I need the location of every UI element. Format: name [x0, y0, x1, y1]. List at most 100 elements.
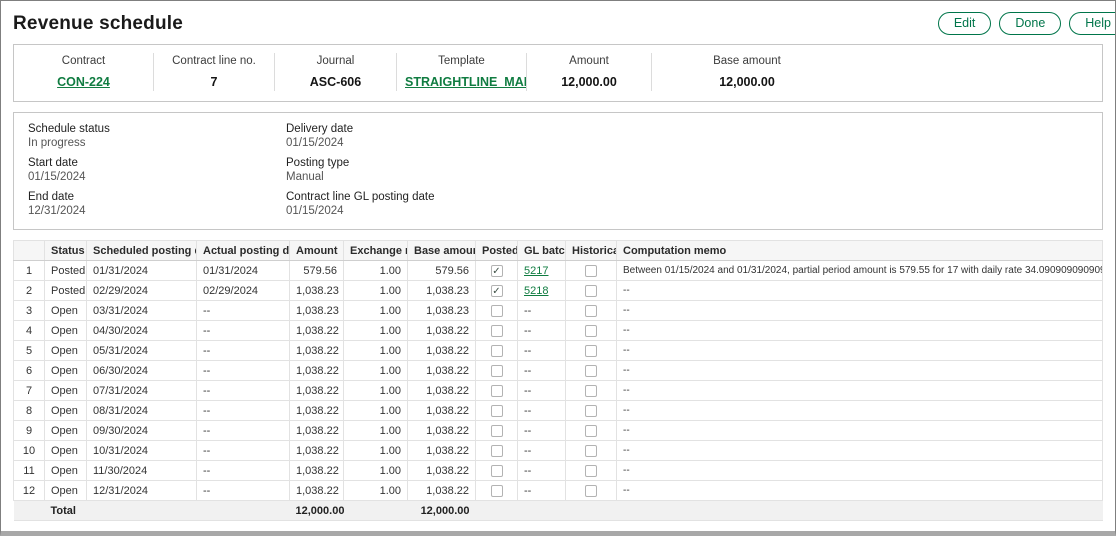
row-number: 1	[14, 261, 45, 281]
summary-field-base-amount: Base amount 12,000.00	[652, 53, 842, 91]
historical-checkbox[interactable]	[585, 365, 597, 377]
historical-cell	[566, 341, 617, 361]
template-link[interactable]: STRAIGHTLINE_MANUA	[405, 75, 527, 89]
status-cell: Open	[45, 481, 87, 501]
posted-cell	[476, 381, 518, 401]
historical-checkbox[interactable]	[585, 345, 597, 357]
actual-posting-date-cell: --	[197, 481, 290, 501]
scheduled-posting-date-cell: 10/31/2024	[87, 441, 197, 461]
posted-checkbox[interactable]: ✓	[491, 265, 503, 277]
posted-checkbox[interactable]: ✓	[491, 285, 503, 297]
table-row: 1Posted01/31/202401/31/2024579.561.00579…	[14, 261, 1103, 281]
scheduled-posting-date-cell: 07/31/2024	[87, 381, 197, 401]
exchange-rate-cell: 1.00	[344, 461, 408, 481]
page-header: Revenue schedule Edit Done Help	[1, 1, 1115, 44]
historical-checkbox[interactable]	[585, 405, 597, 417]
toolbar: Edit Done Help	[938, 12, 1116, 35]
base-amount-cell: 1,038.23	[408, 301, 476, 321]
summary-field-contract-line-no: Contract line no. 7	[154, 53, 275, 91]
exchange-rate-cell: 1.00	[344, 321, 408, 341]
computation-memo-cell: --	[617, 481, 1103, 501]
exchange-rate-cell: 1.00	[344, 341, 408, 361]
historical-checkbox[interactable]	[585, 425, 597, 437]
actual-posting-date-cell: --	[197, 461, 290, 481]
status-cell: Open	[45, 441, 87, 461]
computation-memo-cell: --	[617, 301, 1103, 321]
posted-checkbox[interactable]	[491, 425, 503, 437]
posted-checkbox[interactable]	[491, 465, 503, 477]
gl-batch-link[interactable]: 5217	[524, 265, 548, 277]
actual-posting-date-cell: --	[197, 401, 290, 421]
field-value: 7	[162, 75, 266, 89]
computation-memo-cell: --	[617, 441, 1103, 461]
status-cell: Open	[45, 361, 87, 381]
scheduled-posting-date-cell: 08/31/2024	[87, 401, 197, 421]
field-label: Journal	[283, 55, 388, 67]
help-button[interactable]: Help	[1069, 12, 1116, 35]
details-card: Schedule status In progress Start date 0…	[13, 112, 1103, 230]
total-row-spacer	[476, 501, 1103, 521]
posted-checkbox[interactable]	[491, 345, 503, 357]
posted-checkbox[interactable]	[491, 385, 503, 397]
schedule-table-wrap: StatusScheduled posting dateActual posti…	[13, 240, 1103, 521]
column-header-row-number	[14, 241, 45, 261]
field-label: Contract	[22, 55, 145, 67]
gl-batch-link[interactable]: 5218	[524, 285, 548, 297]
row-number: 9	[14, 421, 45, 441]
historical-checkbox[interactable]	[585, 385, 597, 397]
actual-posting-date-cell: --	[197, 301, 290, 321]
historical-checkbox[interactable]	[585, 325, 597, 337]
table-row: 4Open04/30/2024--1,038.221.001,038.22---…	[14, 321, 1103, 341]
field-label: Contract line GL posting date	[286, 191, 1088, 203]
posted-cell	[476, 341, 518, 361]
base-amount-cell: 1,038.22	[408, 401, 476, 421]
amount-cell: 1,038.22	[290, 401, 344, 421]
posted-checkbox[interactable]	[491, 445, 503, 457]
amount-cell: 1,038.22	[290, 421, 344, 441]
historical-cell	[566, 481, 617, 501]
historical-checkbox[interactable]	[585, 285, 597, 297]
base-amount-cell: 579.56	[408, 261, 476, 281]
status-cell: Open	[45, 461, 87, 481]
column-header-exchange-rate: Exchange rate	[344, 241, 408, 261]
column-header-base-amount: Base amount	[408, 241, 476, 261]
amount-cell: 1,038.22	[290, 321, 344, 341]
schedule-status-field: Schedule status In progress	[28, 123, 286, 149]
contract-link[interactable]: CON-224	[57, 75, 110, 89]
gl-batch-cell: --	[518, 301, 566, 321]
posted-checkbox[interactable]	[491, 405, 503, 417]
posted-cell	[476, 421, 518, 441]
base-amount-cell: 1,038.22	[408, 321, 476, 341]
posted-checkbox[interactable]	[491, 305, 503, 317]
historical-checkbox[interactable]	[585, 485, 597, 497]
posted-checkbox[interactable]	[491, 365, 503, 377]
historical-checkbox[interactable]	[585, 265, 597, 277]
total-row: Total 12,000.00 12,000.00	[14, 501, 1103, 521]
done-button[interactable]: Done	[999, 12, 1061, 35]
posted-checkbox[interactable]	[491, 485, 503, 497]
row-number: 2	[14, 281, 45, 301]
status-cell: Open	[45, 341, 87, 361]
computation-memo-cell: --	[617, 461, 1103, 481]
posted-checkbox[interactable]	[491, 325, 503, 337]
gl-batch-cell: --	[518, 461, 566, 481]
historical-cell	[566, 421, 617, 441]
field-value: 12,000.00	[535, 75, 643, 89]
end-date-field: End date 12/31/2024	[28, 191, 286, 217]
field-label: Schedule status	[28, 123, 286, 135]
field-value: 01/15/2024	[286, 137, 1088, 149]
table-row: 11Open11/30/2024--1,038.221.001,038.22--…	[14, 461, 1103, 481]
field-label: Base amount	[660, 55, 834, 67]
actual-posting-date-cell: --	[197, 381, 290, 401]
base-amount-cell: 1,038.22	[408, 381, 476, 401]
start-date-field: Start date 01/15/2024	[28, 157, 286, 183]
historical-checkbox[interactable]	[585, 465, 597, 477]
total-row-spacer	[344, 501, 408, 521]
delivery-date-field: Delivery date 01/15/2024	[286, 123, 1088, 149]
historical-cell	[566, 441, 617, 461]
historical-checkbox[interactable]	[585, 445, 597, 457]
historical-checkbox[interactable]	[585, 305, 597, 317]
posted-cell	[476, 441, 518, 461]
posted-cell	[476, 481, 518, 501]
edit-button[interactable]: Edit	[938, 12, 992, 35]
